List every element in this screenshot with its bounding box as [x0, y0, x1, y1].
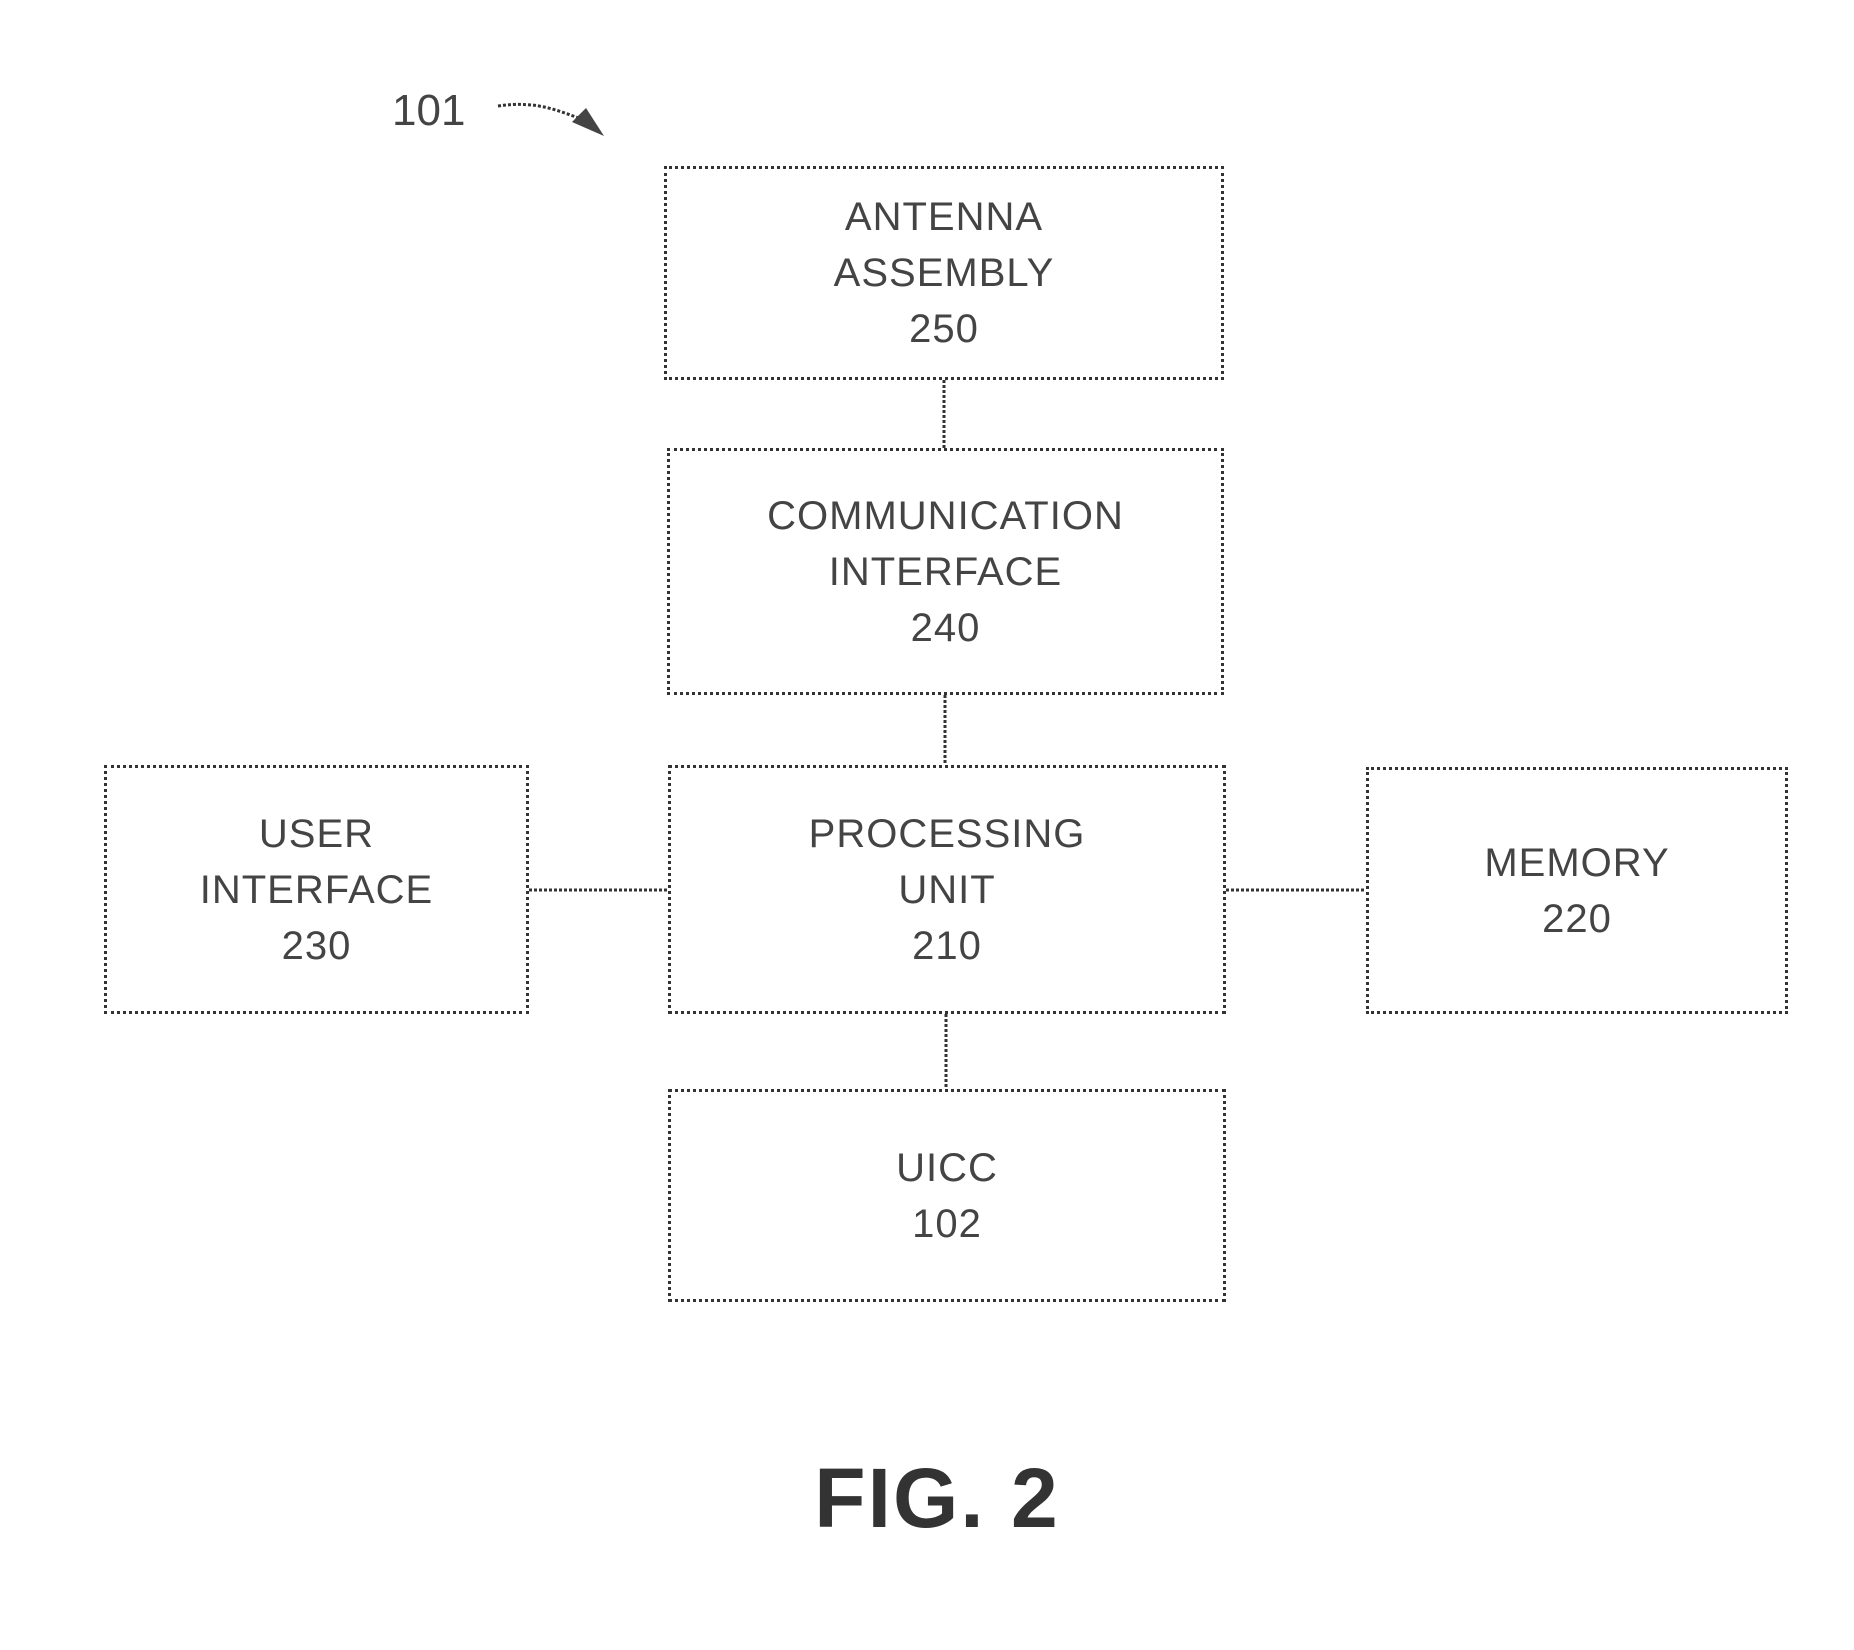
block-antenna-assembly: ANTENNA ASSEMBLY 250: [664, 166, 1224, 380]
block-number: 102: [912, 1201, 982, 1246]
block-label: PROCESSING: [808, 811, 1086, 856]
block-number: 210: [912, 923, 982, 968]
block-label: INTERFACE: [828, 549, 1063, 594]
block-label: USER: [258, 811, 375, 856]
block-number: 220: [1542, 896, 1612, 941]
reference-arrow: [497, 102, 604, 136]
block-label: UNIT: [898, 867, 996, 912]
figure-caption: FIG. 2: [814, 1451, 1060, 1545]
block-label: COMMUNICATION: [767, 493, 1124, 538]
block-number: 240: [910, 605, 981, 650]
block-number: 230: [281, 923, 352, 968]
block-number: 250: [909, 307, 979, 351]
block-label: ASSEMBLY: [833, 251, 1055, 295]
block-user-interface: USER INTERFACE 230: [104, 765, 529, 1014]
block-label: MEMORY: [1484, 840, 1670, 885]
block-label: UICC: [896, 1145, 998, 1190]
block-label: INTERFACE: [199, 867, 434, 912]
block-processing-unit: PROCESSING UNIT 210: [668, 765, 1226, 1014]
block-uicc: UICC 102: [668, 1089, 1226, 1302]
block-label: ANTENNA: [844, 195, 1044, 239]
block-communication-interface: COMMUNICATION INTERFACE 240: [667, 448, 1224, 695]
reference-label: 101: [392, 86, 466, 135]
block-memory: MEMORY 220: [1366, 767, 1788, 1014]
